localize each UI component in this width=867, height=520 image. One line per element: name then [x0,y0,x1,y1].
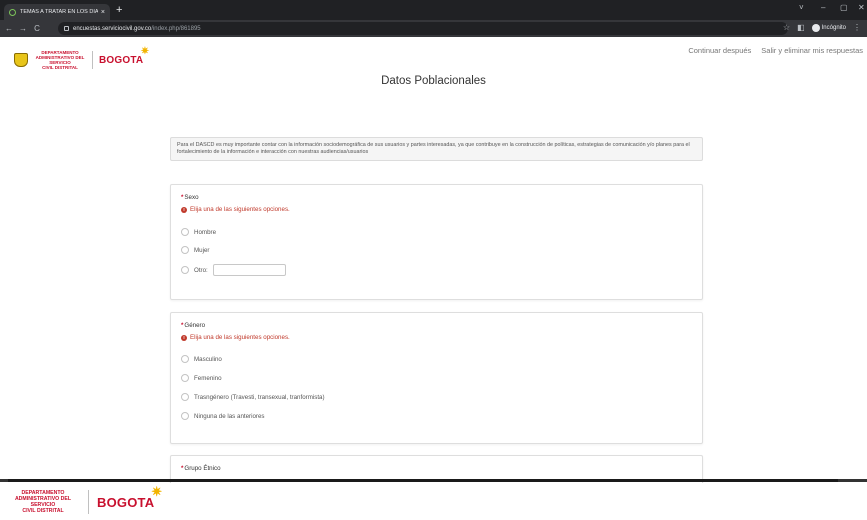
side-panel-icon[interactable]: ◧ [797,23,805,32]
question-genero: *Género ! Elija una de las siguientes op… [170,312,703,444]
error-icon: ! [181,334,187,341]
radio-button[interactable] [181,355,189,363]
error-message: ! Elija una de las siguientes opciones. [181,334,290,341]
header-links: Continuar después Salir y eliminar mis r… [688,46,863,55]
incognito-indicator[interactable]: Incógnito [811,23,846,32]
url-path: /index.php/861895 [151,25,201,32]
logo-divider [92,51,93,69]
browser-menu-icon[interactable]: ⋮ [853,23,861,32]
back-icon[interactable]: ← [4,24,14,33]
option-transgenero[interactable]: Trasngénero (Travesti, transexual, tranf… [181,393,325,401]
continue-later-link[interactable]: Continuar después [688,46,751,55]
option-masculino[interactable]: Masculino [181,355,222,363]
question-title: *Grupo Étnico [181,465,221,472]
header-logo: DEPARTAMENTO ADMINISTRATIVO DEL SERVICIO… [14,45,150,70]
option-ninguna[interactable]: Ninguna de las anteriores [181,412,265,420]
option-mujer[interactable]: Mujer [181,246,209,254]
tab-search-icon[interactable]: ˅ [799,3,804,12]
tab-title: TEMAS A TRATAR EN LOS DIÁLC [20,9,98,15]
browser-toolbar: ← → C encuestas.serviciocivil.gov.co /in… [0,20,867,37]
question-title: *Género [181,322,206,329]
question-title: *Sexo [181,194,199,201]
radio-button[interactable] [181,228,189,236]
browser-tab[interactable]: TEMAS A TRATAR EN LOS DIÁLC × [4,4,110,20]
sun-icon: ✷ [151,483,163,499]
sun-icon: ✷ [140,45,150,57]
radio-button[interactable] [181,393,189,401]
incognito-label: Incógnito [821,24,846,31]
maximize-button[interactable]: ▢ [840,3,848,12]
page-title: Datos Poblacionales [381,75,486,87]
exit-delete-link[interactable]: Salir y eliminar mis respuestas [761,46,863,55]
close-window-button[interactable]: ✕ [858,3,865,12]
radio-button[interactable] [181,246,189,254]
option-hombre[interactable]: Hombre [181,228,216,236]
radio-button[interactable] [181,412,189,420]
bogota-logo: BOGOTA ✷ [99,45,150,66]
option-otro[interactable]: Otro: [181,264,286,276]
footer-logo: DEPARTAMENTO ADMINISTRATIVO DEL SERVICIO… [6,483,163,514]
logo-divider [88,490,89,514]
scrollbar-thumb[interactable] [8,479,838,482]
other-text-input[interactable] [212,264,286,276]
lock-icon [64,26,69,31]
error-icon: ! [181,206,187,213]
browser-tab-bar: TEMAS A TRATAR EN LOS DIÁLC × + ˅ – ▢ ✕ [0,0,867,20]
url-host: encuestas.serviciocivil.gov.co [73,25,152,32]
bogota-shield-icon [14,53,28,67]
minimize-button[interactable]: – [821,3,825,12]
reload-icon[interactable]: C [32,24,42,33]
tab-favicon-icon [9,8,16,16]
radio-button[interactable] [181,374,189,382]
horizontal-scrollbar[interactable] [0,479,867,482]
info-box: Para el DASCD es muy importante contar c… [170,137,703,161]
address-bar[interactable]: encuestas.serviciocivil.gov.co /index.ph… [58,22,788,35]
dept-name: DEPARTAMENTO ADMINISTRATIVO DEL SERVICIO… [14,490,72,514]
dept-name: DEPARTAMENTO ADMINISTRATIVO DEL SERVICIO… [35,50,85,70]
survey-page: DEPARTAMENTO ADMINISTRATIVO DEL SERVICIO… [0,37,867,485]
tab-close-icon[interactable]: × [101,9,105,16]
error-message: ! Elija una de las siguientes opciones. [181,206,290,213]
question-sexo: *Sexo ! Elija una de las siguientes opci… [170,184,703,300]
forward-icon[interactable]: → [18,24,28,33]
incognito-icon [811,23,820,32]
bookmark-star-icon[interactable]: ☆ [783,23,790,32]
footer: DEPARTAMENTO ADMINISTRATIVO DEL SERVICIO… [0,483,867,520]
bogota-logo: BOGOTA ✷ [97,483,163,510]
option-femenino[interactable]: Femenino [181,374,222,382]
new-tab-button[interactable]: + [116,4,122,16]
radio-button[interactable] [181,266,189,274]
